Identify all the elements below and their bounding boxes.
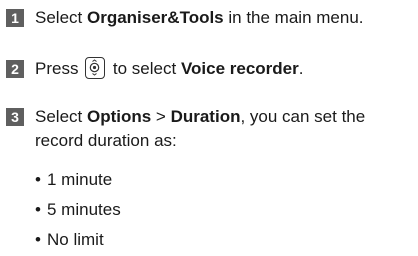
- step-2-text-mid: to select: [108, 59, 181, 78]
- step-1-text-rest: in the main menu.: [223, 8, 364, 27]
- step-2-text: Press to select Voice recorder.: [35, 57, 415, 81]
- bullet-dot: •: [35, 170, 41, 189]
- duration-option-3: • No limit: [35, 228, 335, 252]
- bullet-dot: •: [35, 230, 41, 249]
- step-3-text-select: Select: [35, 107, 87, 126]
- step-3-text-line-2: record duration as:: [35, 131, 177, 150]
- step-1-menu-item: Organiser&Tools: [86, 8, 224, 27]
- bullet-dot: •: [35, 200, 41, 219]
- step-1-number-badge: 1: [6, 9, 24, 27]
- duration-option-label: 1 minute: [47, 170, 113, 189]
- duration-option-2: • 5 minutes: [35, 198, 335, 222]
- duration-option-1: • 1 minute: [35, 168, 335, 192]
- step-2-text-press: Press: [35, 59, 84, 78]
- step-2-menu-item: Voice recorder: [180, 59, 299, 78]
- step-3-options: Options: [86, 107, 152, 126]
- navigation-key-icon: [85, 57, 106, 80]
- step-1-text-select: Select: [35, 8, 87, 27]
- step-3-duration: Duration: [170, 107, 241, 126]
- step-2-text-end: .: [298, 59, 304, 78]
- step-3-separator: >: [151, 107, 171, 126]
- duration-option-label: No limit: [47, 230, 104, 249]
- step-3-number-badge: 3: [6, 108, 24, 126]
- step-3-text-line-1: Select Options > Duration, you can set t…: [35, 105, 415, 129]
- duration-option-label: 5 minutes: [47, 200, 121, 219]
- step-1-text: Select Organiser&Tools in the main menu.: [35, 6, 415, 30]
- step-3-text-rest: , you can set the: [240, 107, 366, 126]
- step-2-number-badge: 2: [6, 60, 24, 78]
